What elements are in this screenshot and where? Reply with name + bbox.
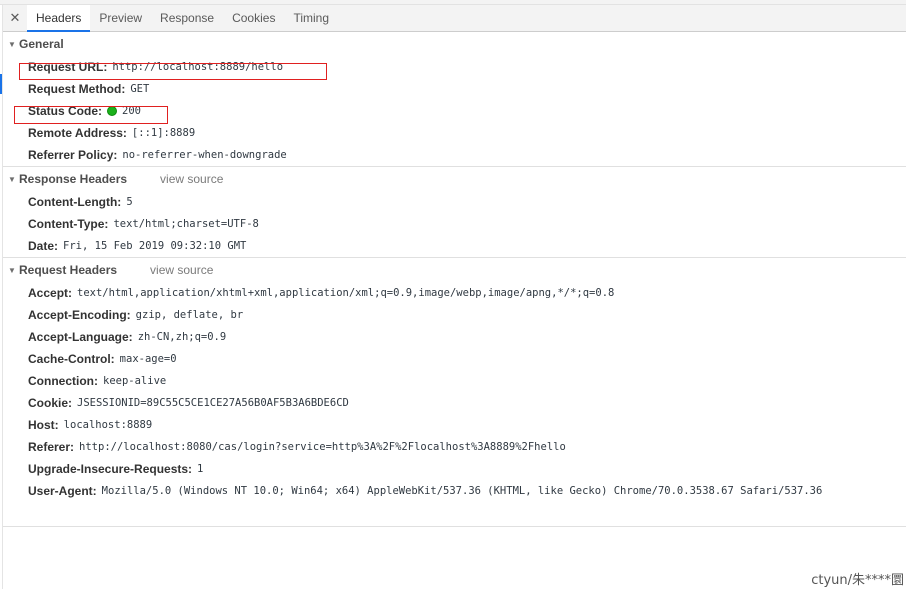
- header-key: Date:: [28, 239, 59, 253]
- header-row: Connection: keep-alive: [3, 370, 906, 392]
- header-row: Cache-Control: max-age=0: [3, 348, 906, 370]
- header-value: 5: [126, 196, 133, 208]
- status-dot-icon: [107, 106, 118, 116]
- general-section-header[interactable]: ▼ General: [3, 32, 906, 56]
- triangle-down-icon[interactable]: ▼: [8, 40, 19, 49]
- watermark: ctyun/朱****圜: [811, 573, 904, 588]
- response-headers-section-header[interactable]: ▼ Response Headers view source: [3, 167, 906, 191]
- detail-tab-bar: ✕ Headers Preview Response Cookies Timin…: [3, 5, 906, 32]
- header-value: [::1]:8889: [131, 127, 196, 139]
- header-value: 200: [122, 105, 141, 117]
- header-key: Request Method:: [28, 82, 126, 96]
- tab-cookies[interactable]: Cookies: [223, 5, 284, 31]
- header-row: User-Agent: Mozilla/5.0 (Windows NT 10.0…: [3, 480, 906, 502]
- tab-response[interactable]: Response: [151, 5, 223, 31]
- triangle-down-icon[interactable]: ▼: [8, 175, 19, 184]
- section-title: Response Headers: [19, 172, 128, 186]
- header-value: Mozilla/5.0 (Windows NT 10.0; Win64; x64…: [101, 485, 823, 497]
- header-row: Content-Type: text/html;charset=UTF-8: [3, 213, 906, 235]
- header-value: localhost:8889: [63, 419, 153, 431]
- header-row: Referer: http://localhost:8080/cas/login…: [3, 436, 906, 458]
- header-value: http://localhost:8889/hello: [112, 61, 284, 73]
- header-key: Referer:: [28, 440, 75, 454]
- header-row: Date: Fri, 15 Feb 2019 09:32:10 GMT: [3, 235, 906, 257]
- section-title: General: [19, 37, 64, 51]
- tab-timing[interactable]: Timing: [284, 5, 338, 31]
- header-key: User-Agent:: [28, 484, 97, 498]
- header-row: Accept: text/html,application/xhtml+xml,…: [3, 282, 906, 304]
- section-title: Request Headers: [19, 263, 118, 277]
- header-key: Accept-Language:: [28, 330, 133, 344]
- view-source-link[interactable]: view source: [150, 263, 213, 277]
- header-value: keep-alive: [103, 375, 167, 387]
- header-key: Accept-Encoding:: [28, 308, 131, 322]
- header-row: Cookie: JSESSIONID=89C55C5CE1CE27A56B0AF…: [3, 392, 906, 414]
- header-key: Connection:: [28, 374, 98, 388]
- status-code-row: Status Code: 200: [3, 100, 906, 122]
- header-key: Host:: [28, 418, 59, 432]
- tab-headers[interactable]: Headers: [27, 5, 91, 32]
- request-headers-section: ▼ Request Headers view source Accept: te…: [3, 258, 906, 502]
- close-icon[interactable]: ✕: [3, 5, 27, 31]
- view-source-link[interactable]: view source: [160, 172, 223, 186]
- header-row: Content-Length: 5: [3, 191, 906, 213]
- request-method-row: Request Method: GET: [3, 78, 906, 100]
- header-value: no-referrer-when-downgrade: [122, 149, 287, 161]
- header-value: Fri, 15 Feb 2019 09:32:10 GMT: [63, 240, 247, 252]
- headers-panel: ▼ General Request URL: http://localhost:…: [3, 32, 906, 502]
- header-row: Accept-Encoding: gzip, deflate, br: [3, 304, 906, 326]
- response-headers-section: ▼ Response Headers view source Content-L…: [3, 167, 906, 258]
- header-value: zh-CN,zh;q=0.9: [137, 331, 227, 343]
- header-value: text/html;charset=UTF-8: [113, 218, 259, 230]
- header-key: Content-Type:: [28, 217, 109, 231]
- remote-address-row: Remote Address: [::1]:8889: [3, 122, 906, 144]
- request-url-row: Request URL: http://localhost:8889/hello: [3, 56, 906, 78]
- general-section: ▼ General Request URL: http://localhost:…: [3, 32, 906, 167]
- header-key: Content-Length:: [28, 195, 122, 209]
- header-key: Cookie:: [28, 396, 73, 410]
- header-row: Accept-Language: zh-CN,zh;q=0.9: [3, 326, 906, 348]
- referrer-policy-row: Referrer Policy: no-referrer-when-downgr…: [3, 144, 906, 166]
- header-key: Cache-Control:: [28, 352, 115, 366]
- header-key: Referrer Policy:: [28, 148, 118, 162]
- header-value: http://localhost:8080/cas/login?service=…: [79, 441, 566, 453]
- header-key: Request URL:: [28, 60, 108, 74]
- header-key: Upgrade-Insecure-Requests:: [28, 462, 193, 476]
- header-key: Remote Address:: [28, 126, 127, 140]
- header-value: GET: [130, 83, 150, 95]
- header-row: Upgrade-Insecure-Requests: 1: [3, 458, 906, 480]
- header-value: JSESSIONID=89C55C5CE1CE27A56B0AF5B3A6BDE…: [77, 397, 349, 409]
- header-row: Host: localhost:8889: [3, 414, 906, 436]
- header-value: gzip, deflate, br: [135, 309, 244, 321]
- triangle-down-icon[interactable]: ▼: [8, 266, 19, 275]
- header-key: Accept:: [28, 286, 73, 300]
- request-headers-section-header[interactable]: ▼ Request Headers view source: [3, 258, 906, 282]
- tab-preview[interactable]: Preview: [90, 5, 151, 31]
- panel-bottom-divider: [3, 526, 906, 527]
- header-key: Status Code:: [28, 104, 103, 118]
- header-value: max-age=0: [119, 353, 177, 365]
- header-value: text/html,application/xhtml+xml,applicat…: [77, 287, 615, 299]
- header-value: 1: [197, 463, 204, 475]
